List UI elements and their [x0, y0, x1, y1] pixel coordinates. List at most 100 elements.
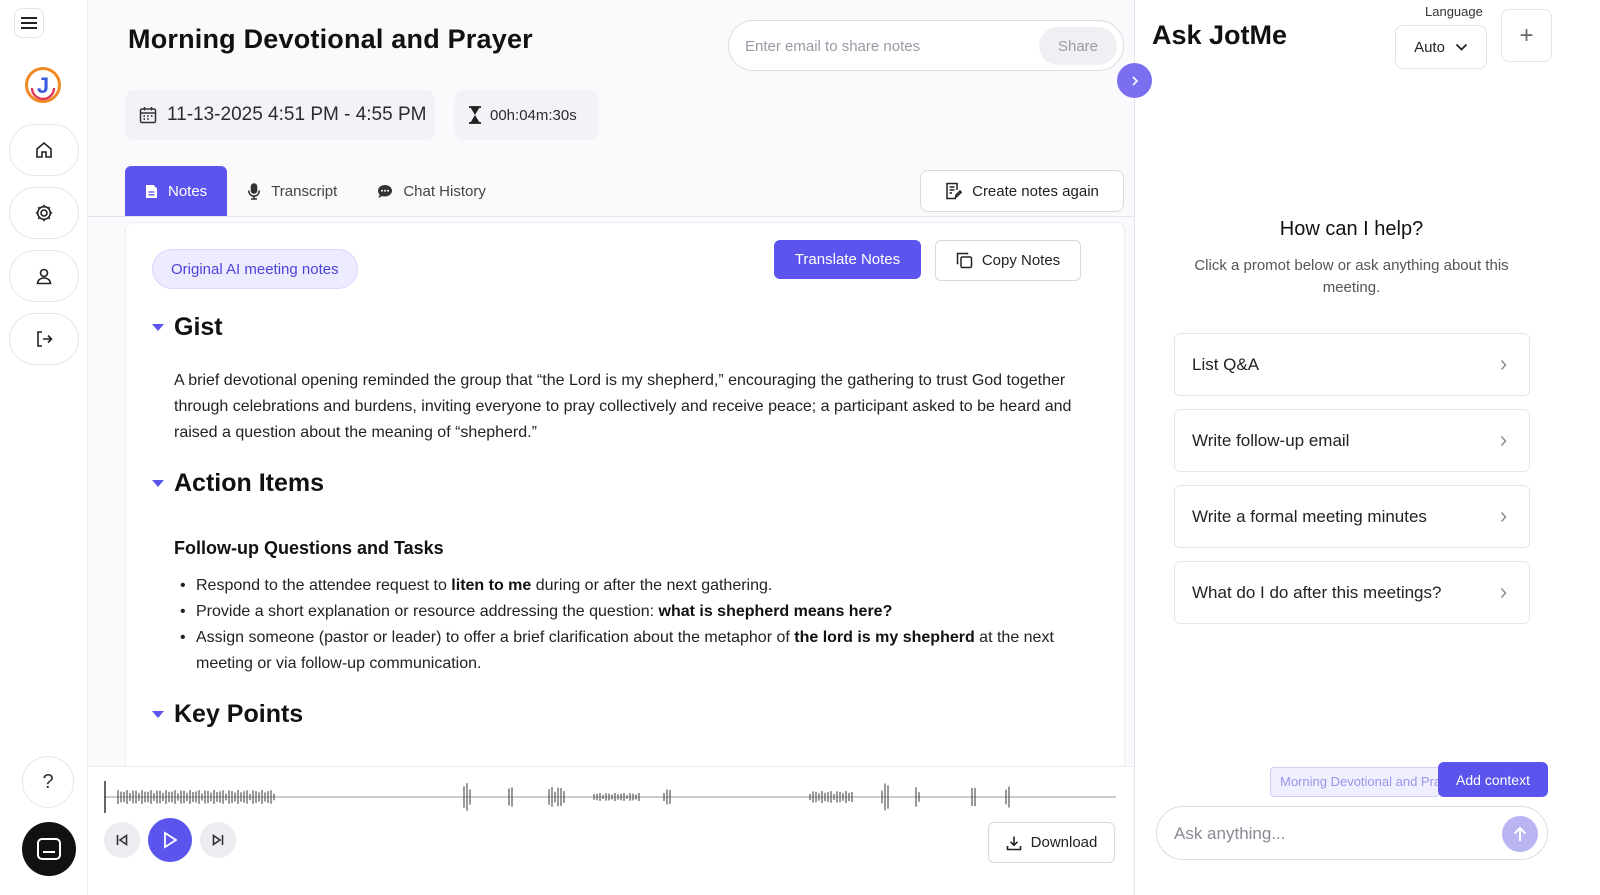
play-button[interactable] — [148, 818, 192, 862]
arrow-up-icon — [1513, 826, 1527, 841]
chevron-right-icon — [1500, 587, 1507, 598]
download-label: Download — [1030, 834, 1098, 851]
svg-text:J: J — [37, 73, 49, 98]
help-subtitle: Click a promot below or ask anything abo… — [1194, 257, 1509, 296]
download-button[interactable]: Download — [988, 822, 1115, 863]
prompt-label: What do I do after this meetings? — [1192, 582, 1442, 602]
gist-heading[interactable]: Gist — [152, 313, 223, 342]
follow-up-subheading: Follow-up Questions and Tasks — [174, 538, 444, 558]
caret-down-icon — [152, 711, 164, 718]
tab-chat-history[interactable]: Chat History — [357, 166, 506, 216]
hourglass-icon — [469, 106, 481, 124]
meeting-duration: 00h:04m:30s — [490, 106, 577, 124]
audio-player: Download — [88, 766, 1133, 895]
document-icon — [146, 184, 157, 198]
audio-waveform[interactable] — [104, 777, 1116, 817]
copy-icon — [956, 252, 973, 269]
prompt-after-meeting[interactable]: What do I do after this meetings? — [1174, 561, 1530, 624]
key-points-heading-text: Key Points — [174, 700, 304, 728]
notes-edit-icon — [946, 182, 963, 200]
nav-profile-button[interactable] — [9, 250, 79, 302]
send-button[interactable] — [1502, 816, 1538, 852]
microphone-icon — [248, 182, 261, 200]
tab-transcript-label: Transcript — [271, 182, 338, 200]
notes-tabs: Notes Transcript Chat History — [125, 166, 506, 216]
action-items-list: Respond to the attendee request to liten… — [174, 573, 1054, 677]
jotme-logo[interactable]: J — [24, 66, 62, 104]
chevron-down-icon — [1455, 43, 1468, 51]
prompt-list-qa[interactable]: List Q&A — [1174, 333, 1530, 396]
chat-bubble-icon — [378, 184, 393, 198]
play-icon — [164, 831, 178, 849]
language-label: Language — [1425, 4, 1483, 19]
original-ai-notes-chip[interactable]: Original AI meeting notes — [152, 249, 358, 289]
tab-notes-label: Notes — [168, 182, 208, 200]
meeting-title: Morning Devotional and Prayer — [128, 24, 533, 54]
share-button[interactable]: Share — [1039, 27, 1117, 65]
gear-icon — [35, 204, 53, 222]
gist-heading-text: Gist — [174, 313, 223, 341]
prompt-meeting-minutes[interactable]: Write a formal meeting minutes — [1174, 485, 1530, 548]
context-chip[interactable]: Morning Devotional and Prayer — [1270, 767, 1440, 797]
tab-transcript[interactable]: Transcript — [227, 166, 357, 216]
prompt-label: Write follow-up email — [1192, 430, 1350, 450]
left-rail: J ? — [0, 0, 88, 895]
notes-card: Original AI meeting notes Translate Note… — [125, 222, 1125, 782]
chevron-right-icon — [1500, 511, 1507, 522]
skip-back-button[interactable] — [104, 822, 140, 858]
meeting-duration-chip: 00h:04m:30s — [454, 90, 599, 140]
gist-text: A brief devotional opening reminded the … — [174, 372, 1072, 441]
list-item: Provide a short explanation or resource … — [174, 599, 1054, 625]
main-content: Morning Devotional and Prayer Share 11-1… — [88, 0, 1163, 895]
ask-input-box — [1156, 806, 1548, 860]
prompt-label: Write a formal meeting minutes — [1192, 506, 1427, 526]
chevron-right-icon — [1500, 359, 1507, 370]
nav-logout-button[interactable] — [9, 313, 79, 365]
nav-home-button[interactable] — [9, 124, 79, 176]
chat-window-icon — [37, 838, 61, 860]
prompt-label: List Q&A — [1192, 354, 1260, 374]
home-icon — [36, 141, 52, 158]
meeting-date-chip: 11-13-2025 4:51 PM - 4:55 PM — [125, 90, 435, 140]
user-icon — [36, 268, 52, 285]
prompt-follow-up-email[interactable]: Write follow-up email — [1174, 409, 1530, 472]
translate-notes-button[interactable]: Translate Notes — [774, 240, 921, 279]
caret-down-icon — [152, 324, 164, 331]
key-points-heading[interactable]: Key Points — [152, 700, 303, 729]
create-notes-again-button[interactable]: Create notes again — [920, 170, 1124, 212]
logout-icon — [37, 331, 53, 347]
skip-forward-button[interactable] — [200, 822, 236, 858]
download-icon — [1006, 836, 1021, 850]
support-chat-button[interactable] — [22, 822, 76, 876]
create-notes-again-label: Create notes again — [972, 182, 1099, 200]
tab-underline — [88, 216, 1163, 217]
action-items-heading-text: Action Items — [174, 469, 325, 497]
collapse-panel-button[interactable] — [1117, 63, 1152, 98]
help-title: How can I help? — [1279, 218, 1424, 240]
list-item: Respond to the attendee request to liten… — [174, 573, 1054, 599]
chevron-right-icon — [1131, 75, 1138, 86]
caret-down-icon — [152, 480, 164, 487]
language-select[interactable]: Auto — [1395, 25, 1487, 69]
calendar-icon — [139, 107, 157, 124]
ask-input[interactable] — [1174, 822, 1484, 846]
add-context-button[interactable]: Add context — [1438, 762, 1548, 797]
action-items-heading[interactable]: Action Items — [152, 469, 324, 498]
language-value: Auto — [1414, 38, 1445, 56]
tab-chat-history-label: Chat History — [403, 182, 486, 200]
copy-notes-label: Copy Notes — [981, 252, 1061, 269]
share-email-input[interactable] — [745, 34, 1025, 58]
list-item: Assign someone (pastor or leader) to off… — [174, 625, 1054, 677]
tab-notes[interactable]: Notes — [125, 166, 228, 216]
ask-jotme-title: Ask JotMe — [1152, 20, 1288, 50]
share-box: Share — [728, 20, 1124, 71]
meeting-date-range: 11-13-2025 4:51 PM - 4:55 PM — [167, 104, 427, 125]
hamburger-menu-button[interactable] — [14, 8, 44, 38]
nav-settings-button[interactable] — [9, 187, 79, 239]
help-button[interactable]: ? — [22, 756, 74, 808]
ask-jotme-panel: Ask JotMe Language Auto + How can I help… — [1134, 0, 1600, 895]
copy-notes-button[interactable]: Copy Notes — [935, 240, 1081, 281]
chevron-right-icon — [1500, 435, 1507, 446]
new-chat-button[interactable]: + — [1501, 9, 1552, 62]
hamburger-icon — [21, 17, 37, 29]
